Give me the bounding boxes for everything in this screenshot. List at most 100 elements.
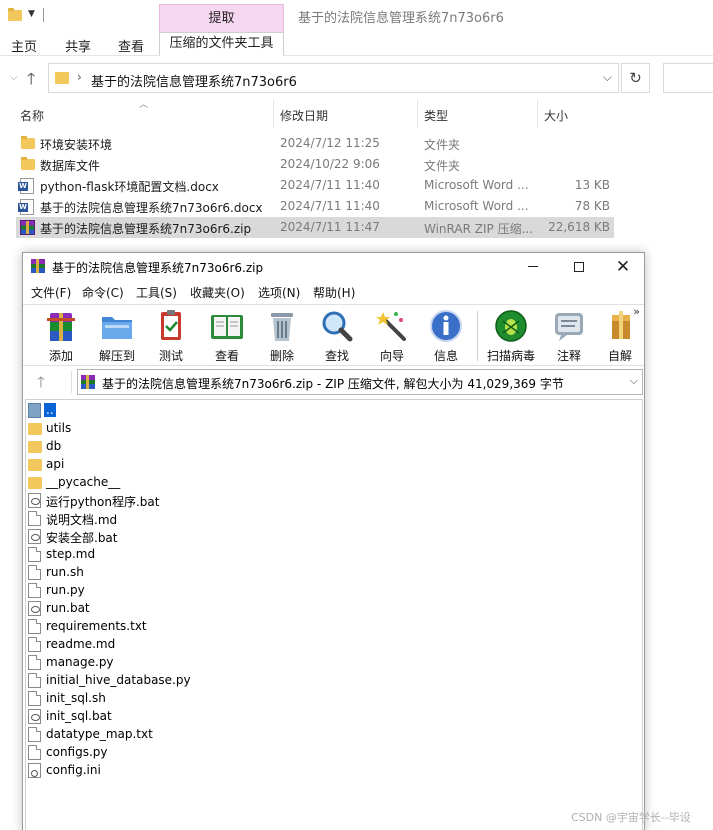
find-button[interactable]: 查找 [312,307,362,365]
menu-commands[interactable]: 命令(C) [82,284,124,301]
quick-access-dropdown-icon[interactable]: ▼ [28,9,35,19]
file-row[interactable]: 数据库文件 2024/10/22 9:06 文件夹 [16,154,614,175]
virus-scan-icon [495,310,527,342]
menu-favorites[interactable]: 收藏夹(O) [190,284,245,301]
list-item[interactable]: run.py [28,582,428,600]
add-archive-icon [47,313,75,341]
folder-icon [28,423,42,435]
tab-compressed-folder-tools[interactable]: 压缩的文件夹工具 [159,32,284,56]
tool-label: 注释 [556,349,581,363]
toolbar-divider [477,311,478,361]
list-item[interactable]: initial_hive_database.py [28,672,428,690]
file-row[interactable]: python-flask环境配置文档.docx 2024/7/11 11:40 … [16,175,614,196]
list-item[interactable]: init_sql.bat [28,708,428,726]
list-item-name: readme.md [46,637,116,651]
recent-locations-icon[interactable]: ⌵ [10,72,18,83]
tool-label: 扫描病毒 [486,349,535,363]
refresh-icon[interactable]: ↻ [621,63,650,93]
tab-home[interactable]: 主页 [11,36,37,55]
list-item[interactable]: readme.md [28,636,428,654]
test-clipboard-icon [161,310,181,340]
toolbar-overflow-icon[interactable]: » [633,305,640,318]
path-dropdown[interactable]: 基于的法院信息管理系统7n73o6r6.zip - ZIP 压缩文件, 解包大小… [77,369,643,395]
column-type[interactable]: 类型 [424,107,448,124]
list-item[interactable]: run.bat [28,600,428,618]
path-bar: 🡑 基于的法院信息管理系统7n73o6r6.zip - ZIP 压缩文件, 解包… [23,367,644,397]
winrar-titlebar[interactable]: 基于的法院信息管理系统7n73o6r6.zip ✕ [23,253,644,281]
list-item-name: run.py [46,583,85,597]
list-item[interactable]: 安装全部.bat [28,528,428,546]
file-row-selected[interactable]: 基于的法院信息管理系统7n73o6r6.zip 2024/7/11 11:47 … [16,217,614,238]
list-item[interactable]: datatype_map.txt [28,726,428,744]
tool-label: 信息 [433,349,458,363]
watermark: CSDN @宇宙学长--毕设 [571,811,691,824]
list-item-name: step.md [46,547,96,561]
menu-options[interactable]: 选项(N) [258,284,300,301]
up-arrow-icon[interactable]: 🡑 [37,372,45,397]
breadcrumb-current[interactable]: 基于的法院信息管理系统7n73o6r6 [91,71,297,90]
comment-button[interactable]: 注释 [544,307,594,365]
menu-tools[interactable]: 工具(S) [136,284,177,301]
file-row[interactable]: 基于的法院信息管理系统7n73o6r6.docx 2024/7/11 11:40… [16,196,614,217]
delete-button[interactable]: 删除 [257,307,307,365]
virus-scan-button[interactable]: 扫描病毒 [486,307,536,365]
chevron-down-icon[interactable]: ⌵ [603,70,612,85]
list-item[interactable]: 运行python程序.bat [28,492,428,510]
list-item[interactable]: init_sql.sh [28,690,428,708]
column-divider[interactable] [537,100,538,128]
column-date[interactable]: 修改日期 [280,107,328,124]
folder-icon [21,157,35,170]
column-divider[interactable] [417,100,418,128]
settings-file-icon [28,763,41,778]
list-item[interactable]: __pycache__ [28,474,428,492]
menu-help[interactable]: 帮助(H) [313,284,355,301]
minimize-button[interactable] [518,256,548,278]
list-item-name: init_sql.bat [46,709,112,723]
menu-file[interactable]: 文件(F) [31,284,71,301]
tab-share[interactable]: 共享 [65,36,91,55]
column-divider[interactable] [273,100,274,128]
list-item-name: 安装全部.bat [46,531,118,545]
folder-icon [28,477,42,489]
extract-to-button[interactable]: 解压到 [92,307,142,365]
archive-file-list[interactable]: .. utils db api __pycache__ 运行python程序.b… [25,399,643,830]
address-bar[interactable]: › 基于的法院信息管理系统7n73o6r6 ⌵ [48,63,619,93]
list-item[interactable]: utils [28,420,428,438]
column-name[interactable]: 名称 [20,107,44,124]
list-item-name: __pycache__ [46,475,121,489]
list-item[interactable]: api [28,456,428,474]
ribbon-tabs: 主页 共享 查看 压缩的文件夹工具 [0,32,713,56]
wizard-button[interactable]: 向导 [367,307,417,365]
column-size[interactable]: 大小 [544,107,568,124]
tab-view[interactable]: 查看 [118,36,144,55]
list-item-parent[interactable]: .. [28,402,428,420]
list-item[interactable]: requirements.txt [28,618,428,636]
file-size: 22,618 KB [548,220,610,234]
info-button[interactable]: 信息 [421,307,471,365]
list-item[interactable]: 说明文档.md [28,510,428,528]
tool-label: 查看 [214,349,239,363]
chevron-down-icon[interactable]: ⌵ [630,374,638,388]
list-item[interactable]: db [28,438,428,456]
file-name: 基于的法院信息管理系统7n73o6r6.zip [40,222,252,236]
list-item[interactable]: manage.py [28,654,428,672]
test-button[interactable]: 测试 [146,307,196,365]
winrar-icon [81,375,95,389]
search-input[interactable] [663,63,713,93]
batch-file-icon [28,493,41,508]
context-tab-extract[interactable]: 提取 [159,4,284,32]
list-item[interactable]: configs.py [28,744,428,762]
file-date: 2024/7/11 11:40 [280,178,380,192]
tool-label: 解压到 [98,349,135,363]
file-row[interactable]: 环境安装环境 2024/7/12 11:25 文件夹 [16,133,614,154]
up-arrow-icon[interactable]: 🡑 [27,68,35,95]
parent-folder-icon [28,403,41,418]
list-item[interactable]: config.ini [28,762,428,780]
add-button[interactable]: 添加 [36,307,86,365]
list-item[interactable]: step.md [28,546,428,564]
close-button[interactable]: ✕ [608,256,638,278]
maximize-button[interactable] [564,256,594,278]
file-type: 文件夹 [424,138,461,152]
view-button[interactable]: 查看 [202,307,252,365]
list-item[interactable]: run.sh [28,564,428,582]
